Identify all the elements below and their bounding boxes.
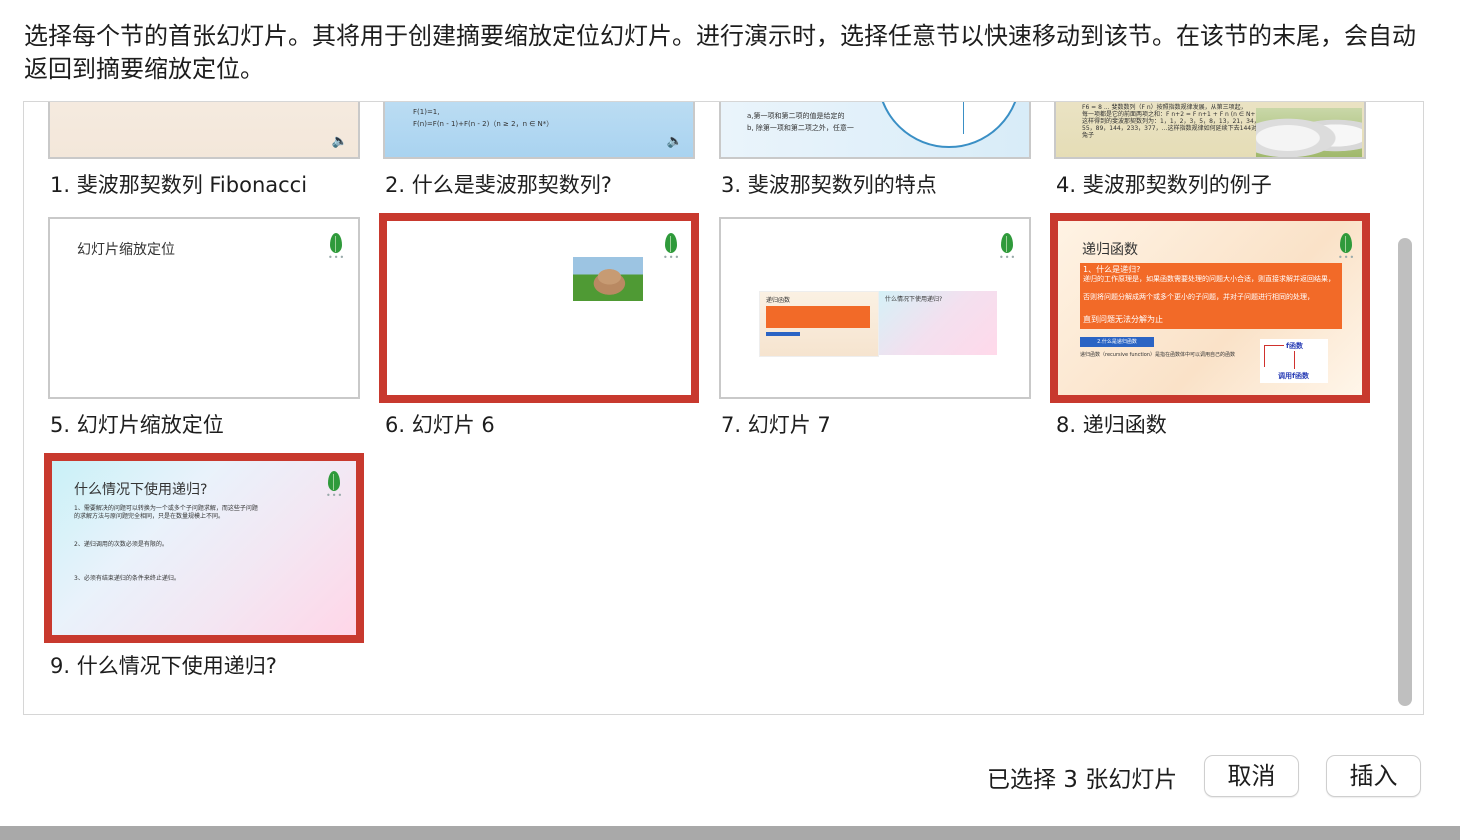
rabbit-image	[573, 257, 643, 301]
slide-caption-6: 6. 幻灯片 6	[385, 413, 495, 437]
slide-title: 什么情况下使用递归?	[74, 482, 208, 498]
slide-caption-5: 5. 幻灯片缩放定位	[50, 413, 224, 437]
leaf-logo-icon	[1001, 233, 1013, 253]
slide-note: 递归函数（recursive function）是指在函数体中可以调用自己的函数	[1080, 352, 1236, 358]
slide-text-line: 1、什么是递归?	[1083, 265, 1141, 274]
diagram-bottom-label: 调用f函数	[1278, 372, 1310, 380]
mini-slide-recursion: 递归函数	[759, 291, 879, 357]
rabbits-image	[1256, 108, 1362, 157]
dots-decoration: •••	[1338, 253, 1356, 262]
speaker-icon: 🔈	[666, 134, 683, 149]
slide-text-line: 3、必须有结束递归的条件来终止递归。	[74, 575, 180, 582]
slide-caption-4: 4. 斐波那契数列的例子	[1056, 173, 1272, 197]
slide-thumbnail-9[interactable]: 什么情况下使用递归? ••• 1、需要解决的问题可以转换为一个或多个子问题求解，…	[44, 453, 364, 643]
definition-box: 1、什么是递归? 递归的工作原理是，如果函数需要处理的问题大小合适，则直接求解并…	[1080, 263, 1342, 329]
slide-text-line: F6 = 8 ... 斐数数列（F n）按照指数规律发展，从第三项起，	[1082, 104, 1247, 111]
dots-decoration: •••	[326, 491, 344, 500]
slide-thumbnail-1[interactable]: 🔈	[48, 102, 360, 159]
slide-text-line: 1、需要解决的问题可以转换为一个或多个子问题求解，而这些子问题	[74, 505, 258, 512]
mini-slide-when: 什么情况下使用递归?	[879, 291, 997, 355]
slide-caption-9: 9. 什么情况下使用递归?	[50, 654, 277, 678]
dots-decoration: •••	[663, 253, 681, 262]
dots-decoration: •••	[999, 253, 1017, 262]
slide-text-line: F(n)=F(n - 1)+F(n - 2)（n ≥ 2，n ∈ N*）	[413, 120, 554, 128]
window-bottom-edge	[0, 826, 1460, 840]
slide-caption-2: 2. 什么是斐波那契数列?	[385, 173, 612, 197]
slide-grid: 🔈 1. 斐波那契数列 Fibonacci F(1)=1, F(n)=F(n -…	[23, 101, 1424, 715]
slide-caption-7: 7. 幻灯片 7	[721, 413, 831, 437]
diagram-axis	[963, 102, 964, 134]
slide-text-line: 55，89，144，233，377，…这样指数规律如何延续下去144对	[1082, 125, 1258, 132]
slide-text-line: 的求解方法与原问题完全相同，只是在数量规模上不同。	[74, 513, 225, 520]
diagram-arrow	[1264, 345, 1265, 367]
leaf-logo-icon	[665, 233, 677, 253]
slide-text-line: 2、递归调用的次数必须是有限的。	[74, 541, 168, 548]
slide-text-line: b, 除第一项和第二项之外，任意一	[747, 124, 854, 132]
vertical-scrollbar-thumb[interactable]	[1398, 238, 1412, 706]
dots-decoration: •••	[328, 253, 346, 262]
insert-button[interactable]: 插入	[1326, 755, 1421, 797]
recursion-diagram: f函数 调用f函数	[1260, 339, 1328, 383]
mini-slide-title: 什么情况下使用递归?	[885, 296, 943, 303]
cancel-button[interactable]: 取消	[1204, 755, 1299, 797]
slide-thumbnail-8[interactable]: 递归函数 ••• 1、什么是递归? 递归的工作原理是，如果函数需要处理的问题大小…	[1050, 213, 1370, 403]
mini-button	[766, 332, 800, 336]
slide-thumbnail-7[interactable]: ••• 递归函数 什么情况下使用递归?	[719, 217, 1031, 399]
leaf-logo-icon	[328, 471, 340, 491]
slide-text-line: 这样得到的斐波那契数列为：1，1，2，3，5，8，13，21，34，	[1082, 118, 1260, 125]
slide-caption-8: 8. 递归函数	[1056, 413, 1167, 437]
speaker-icon: 🔈	[331, 134, 348, 149]
leaf-logo-icon	[1340, 233, 1352, 253]
diagram-top-label: f函数	[1286, 342, 1304, 350]
slide-caption-1: 1. 斐波那契数列 Fibonacci	[50, 173, 308, 197]
mini-slide-title: 递归函数	[766, 297, 791, 304]
slide-thumbnail-6[interactable]: •••	[379, 213, 699, 403]
slide-text-line: a,第一项和第二项的值是给定的	[747, 112, 845, 120]
slide-thumbnail-2[interactable]: F(1)=1, F(n)=F(n - 1)+F(n - 2)（n ≥ 2，n ∈…	[383, 102, 695, 159]
diagram-arrow	[1264, 345, 1284, 346]
diagram-arrow	[1294, 351, 1295, 369]
leaf-logo-icon	[330, 233, 342, 253]
slide-text-line: 每一项都是它的前面两项之和：F n+2 = F n+1 + F n (n ∈ N…	[1082, 111, 1264, 118]
circle-diagram	[877, 102, 1021, 148]
slide-text-line: 递归的工作原理是，如果函数需要处理的问题大小合适，则直接求解并返回结果，	[1083, 275, 1335, 283]
slide-text-line: 否则将问题分解成两个或多个更小的子问题，并对子问题进行相同的处理，	[1083, 293, 1314, 301]
instruction-text: 选择每个节的首张幻灯片。其将用于创建摘要缩放定位幻灯片。进行演示时，选择任意节以…	[24, 22, 1416, 83]
recursive-function-button: 2.什么是递归函数	[1080, 337, 1154, 347]
slide-text-line: 直到问题无法分解为止	[1083, 315, 1163, 324]
slide-title: 递归函数	[1082, 242, 1138, 258]
slide-thumbnail-5[interactable]: 幻灯片缩放定位 •••	[48, 217, 360, 399]
mini-orange-box	[766, 306, 870, 328]
slide-caption-3: 3. 斐波那契数列的特点	[721, 173, 937, 197]
slide-text-line: F(1)=1,	[413, 108, 440, 116]
slide-text-line: 兔子	[1082, 132, 1095, 139]
slide-thumbnail-4[interactable]: F6 = 8 ... 斐数数列（F n）按照指数规律发展，从第三项起， 每一项都…	[1054, 102, 1366, 159]
vertical-scrollbar-track[interactable]	[1414, 102, 1422, 714]
slide-title: 幻灯片缩放定位	[77, 242, 175, 258]
selected-count-label: 已选择 3 张幻灯片	[987, 767, 1178, 793]
slide-thumbnail-3[interactable]: a,第一项和第二项的值是给定的 b, 除第一项和第二项之外，任意一	[719, 102, 1031, 159]
